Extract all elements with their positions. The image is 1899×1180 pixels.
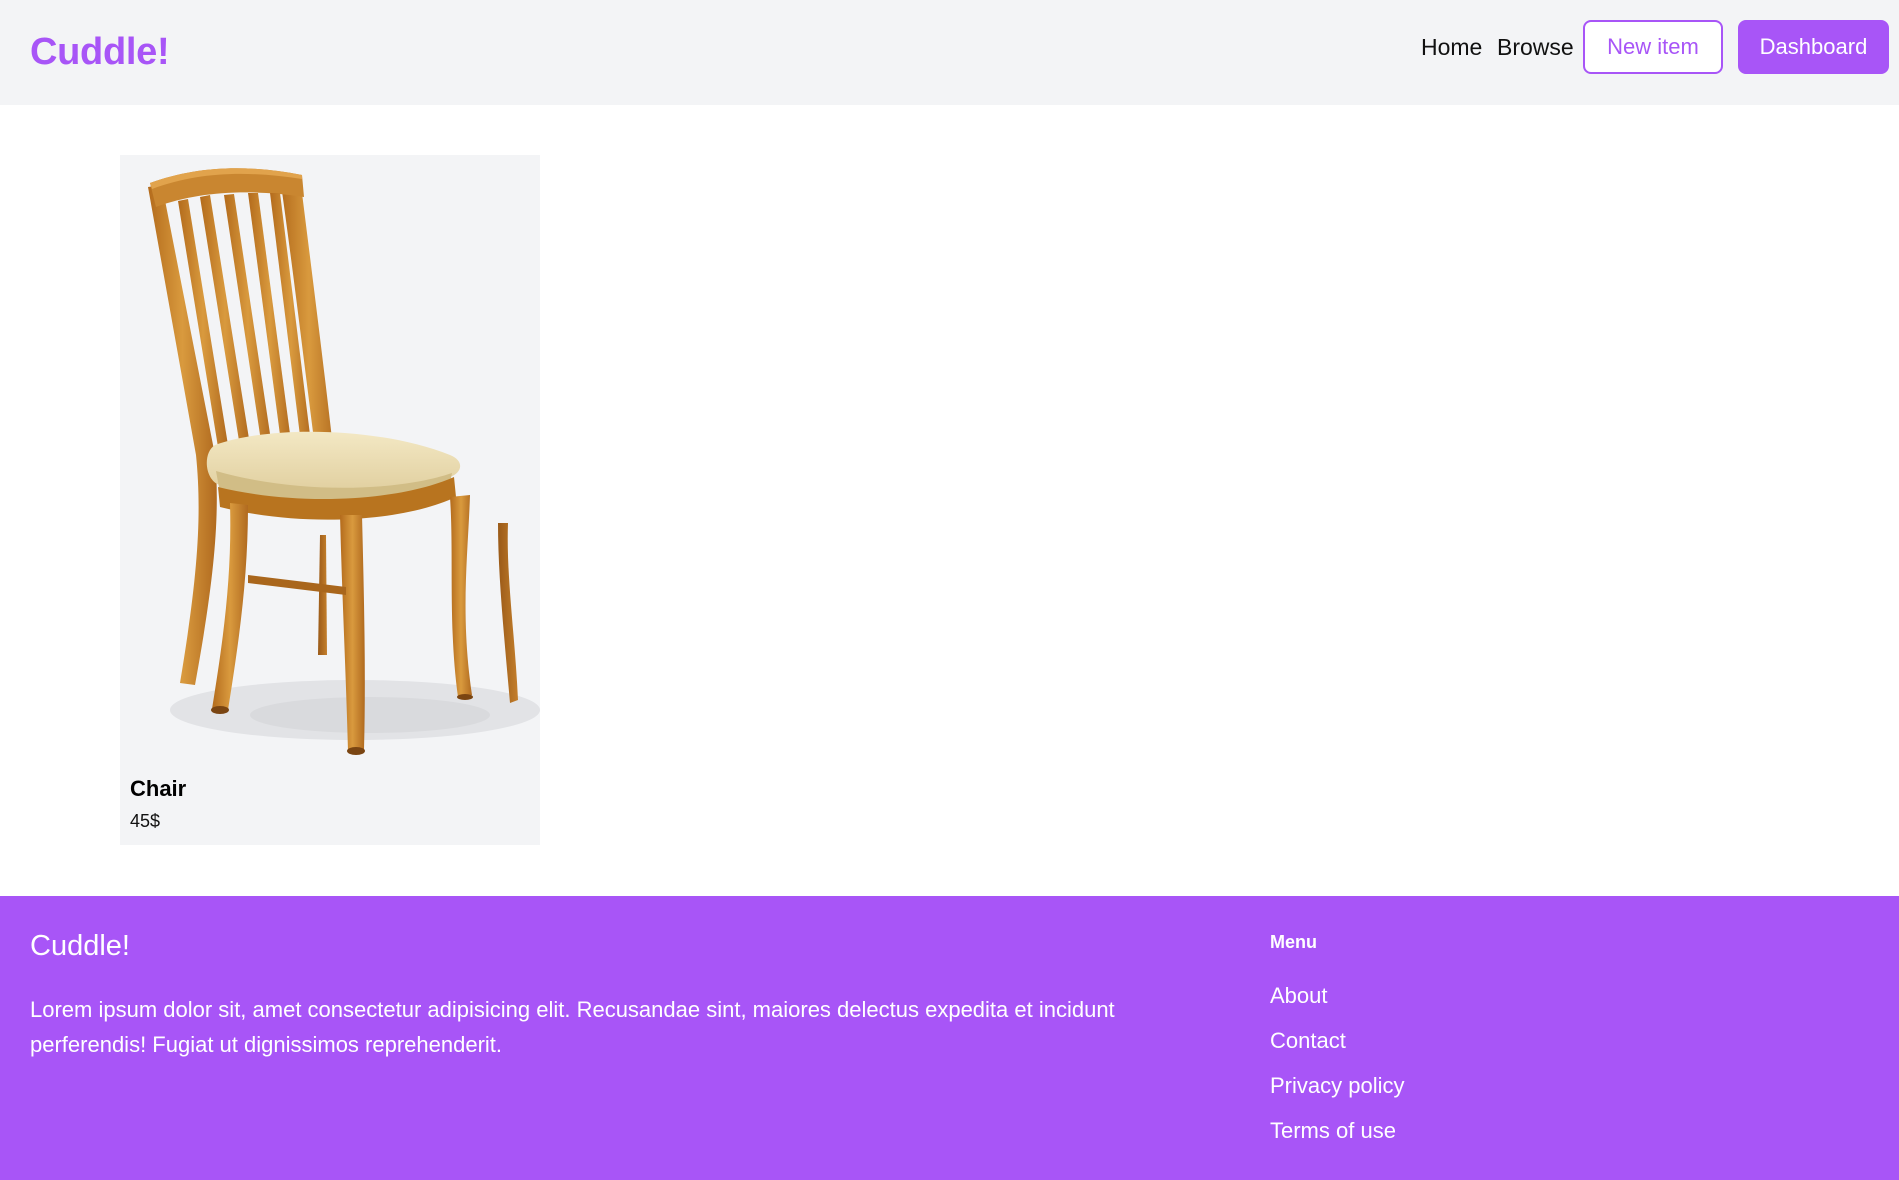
product-card[interactable]: Chair 45$	[120, 155, 540, 845]
product-price: 45$	[130, 811, 161, 831]
brand-logo-link[interactable]: Cuddle!	[30, 31, 170, 74]
footer: Cuddle! Lorem ipsum dolor sit, amet cons…	[0, 896, 1899, 1180]
nav-link-home[interactable]: Home	[1421, 34, 1482, 61]
footer-brand: Cuddle!	[30, 930, 130, 962]
page: Cuddle! Home Browse New item Dashboard C…	[0, 0, 1899, 1180]
footer-link-privacy-policy[interactable]: Privacy policy	[1270, 1073, 1404, 1099]
footer-link-contact[interactable]: Contact	[1270, 1028, 1346, 1054]
new-item-button[interactable]: New item	[1583, 20, 1723, 74]
dashboard-button[interactable]: Dashboard	[1738, 20, 1889, 74]
footer-link-terms-of-use[interactable]: Terms of use	[1270, 1118, 1396, 1144]
nav-link-browse[interactable]: Browse	[1497, 34, 1574, 61]
product-name: Chair	[130, 776, 187, 801]
footer-description: Lorem ipsum dolor sit, amet consectetur …	[30, 997, 1115, 1057]
product-image-chair	[148, 168, 540, 755]
footer-link-about[interactable]: About	[1270, 983, 1328, 1009]
footer-menu-title: Menu	[1270, 932, 1317, 952]
top-navbar: Cuddle! Home Browse New item Dashboard	[0, 0, 1899, 105]
